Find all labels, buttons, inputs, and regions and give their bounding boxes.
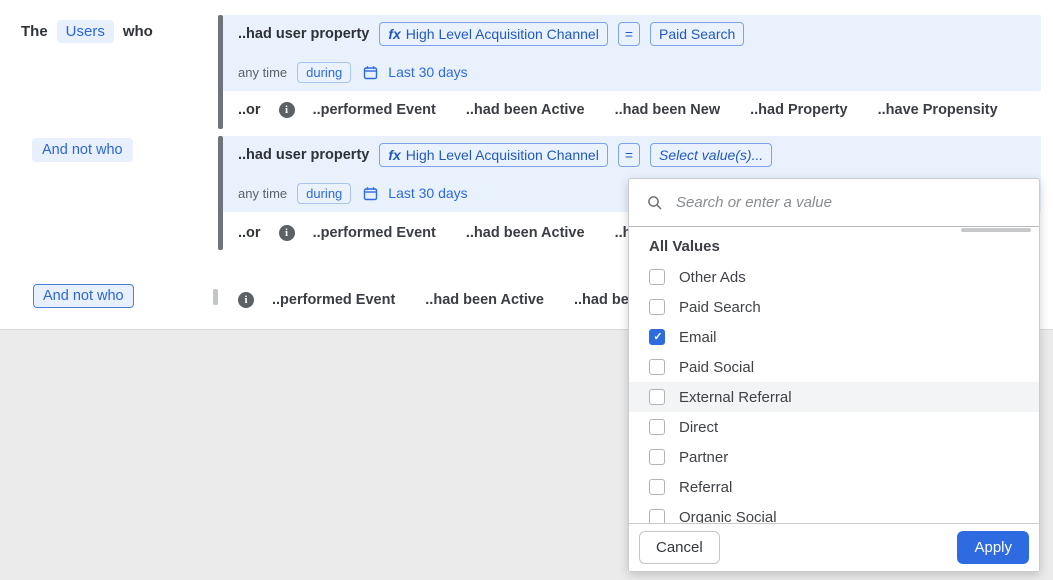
value-option-label: Email bbox=[679, 328, 717, 346]
add-condition-option[interactable]: ..had been New bbox=[615, 102, 721, 118]
info-icon bbox=[278, 102, 295, 118]
info-icon bbox=[238, 292, 254, 308]
add-condition-option[interactable]: ..have Propensity bbox=[878, 102, 998, 118]
value-option-label: Referral bbox=[679, 478, 733, 496]
value-options: Other Ads Paid Search Email Paid Social bbox=[629, 262, 1039, 525]
condition-band: ..had user property fx High Level Acquisi… bbox=[223, 15, 1041, 91]
value-option-label: Other Ads bbox=[679, 268, 746, 286]
add-condition-option[interactable]: ..had been Active bbox=[466, 102, 585, 118]
date-range[interactable]: Last 30 days bbox=[388, 185, 467, 201]
search-row bbox=[629, 179, 1039, 227]
operator-pill[interactable]: = bbox=[617, 22, 640, 46]
group-label: All Values bbox=[649, 238, 720, 255]
value-search-input[interactable] bbox=[674, 193, 1021, 212]
subject-prefix: The bbox=[21, 23, 48, 40]
value-option-label: Direct bbox=[679, 418, 719, 436]
property-pill[interactable]: fx High Level Acquisition Channel bbox=[379, 143, 608, 167]
value-option-row[interactable]: External Referral bbox=[629, 382, 1039, 412]
fx-icon: fx bbox=[388, 26, 401, 42]
checkbox[interactable] bbox=[649, 299, 665, 315]
property-name: High Level Acquisition Channel bbox=[405, 147, 599, 163]
value-option-row[interactable]: Organic Social bbox=[629, 502, 1039, 525]
value-pill[interactable]: Select value(s)... bbox=[650, 143, 773, 167]
checkbox[interactable] bbox=[649, 479, 665, 495]
value-option-row[interactable]: Paid Search bbox=[629, 292, 1039, 322]
calendar-icon bbox=[363, 65, 378, 80]
value-option-row[interactable]: Referral bbox=[629, 472, 1039, 502]
operator-pill[interactable]: = bbox=[617, 143, 640, 167]
value-list: All Values Other Ads Paid Search Email bbox=[629, 227, 1039, 525]
condition-options: ..performed Event ..had been Active ..had … bbox=[313, 102, 998, 118]
add-condition-option[interactable]: ..had been Active bbox=[425, 292, 544, 308]
info-icon bbox=[278, 225, 295, 241]
fx-icon: fx bbox=[388, 147, 401, 163]
time-condition-row: any time during Last 30 days bbox=[223, 53, 1041, 91]
time-mode-pill[interactable]: during bbox=[297, 182, 352, 204]
checkbox[interactable] bbox=[649, 389, 665, 405]
condition-group-bar bbox=[213, 289, 218, 305]
value-option-row[interactable]: Partner bbox=[629, 442, 1039, 472]
and-not-who-label[interactable]: And not who bbox=[33, 284, 134, 308]
time-prefix[interactable]: any time bbox=[238, 65, 287, 80]
dropdown-footer: Cancel Apply bbox=[629, 523, 1039, 571]
property-name: High Level Acquisition Channel bbox=[405, 26, 599, 42]
property-condition-row: ..had user property fx High Level Acquisi… bbox=[223, 15, 1041, 53]
calendar-icon bbox=[363, 186, 378, 201]
add-condition-option[interactable]: ..had been Active bbox=[466, 225, 585, 241]
value-select-dropdown: All Values Other Ads Paid Search Email bbox=[628, 178, 1040, 572]
value-option-label: Paid Search bbox=[679, 298, 761, 316]
cancel-button[interactable]: Cancel bbox=[639, 531, 720, 564]
time-mode-pill[interactable]: during bbox=[297, 61, 352, 83]
checkbox[interactable] bbox=[649, 269, 665, 285]
add-condition-option[interactable]: ..had Property bbox=[750, 102, 848, 118]
add-condition-option[interactable]: ..performed Event bbox=[272, 292, 395, 308]
time-prefix[interactable]: any time bbox=[238, 186, 287, 201]
condition-verb[interactable]: ..had user property bbox=[238, 26, 369, 42]
search-icon bbox=[647, 195, 663, 211]
and-not-who-label[interactable]: And not who bbox=[32, 138, 133, 162]
or-label[interactable]: ..or bbox=[238, 102, 261, 118]
condition-verb[interactable]: ..had user property bbox=[238, 147, 369, 163]
value-option-label: Paid Social bbox=[679, 358, 755, 376]
add-condition-option[interactable]: ..performed Event bbox=[313, 102, 436, 118]
checkbox[interactable] bbox=[649, 449, 665, 465]
subject-suffix: who bbox=[122, 23, 153, 40]
checkbox[interactable] bbox=[649, 329, 666, 346]
property-condition-row: ..had user property fx High Level Acquisi… bbox=[223, 136, 1041, 174]
value-option-row[interactable]: Direct bbox=[629, 412, 1039, 442]
or-label[interactable]: ..or bbox=[238, 225, 261, 241]
property-pill[interactable]: fx High Level Acquisition Channel bbox=[379, 22, 608, 46]
date-range[interactable]: Last 30 days bbox=[388, 64, 467, 80]
value-option-label: External Referral bbox=[679, 388, 792, 406]
entity-selector[interactable]: Users bbox=[56, 20, 114, 43]
value-option-row[interactable]: Email bbox=[629, 322, 1039, 352]
checkbox[interactable] bbox=[649, 419, 665, 435]
value-option-label: Partner bbox=[679, 448, 729, 466]
checkbox[interactable] bbox=[649, 359, 665, 375]
apply-button[interactable]: Apply bbox=[957, 531, 1029, 564]
value-option-row[interactable]: Paid Social bbox=[629, 352, 1039, 382]
add-condition-row: ..or ..performed Event ..had been Active.… bbox=[223, 91, 998, 129]
value-option-row[interactable]: Other Ads bbox=[629, 262, 1039, 292]
value-pill[interactable]: Paid Search bbox=[650, 22, 745, 46]
subject-line: The Users who bbox=[21, 20, 153, 43]
add-condition-option[interactable]: ..performed Event bbox=[313, 225, 436, 241]
